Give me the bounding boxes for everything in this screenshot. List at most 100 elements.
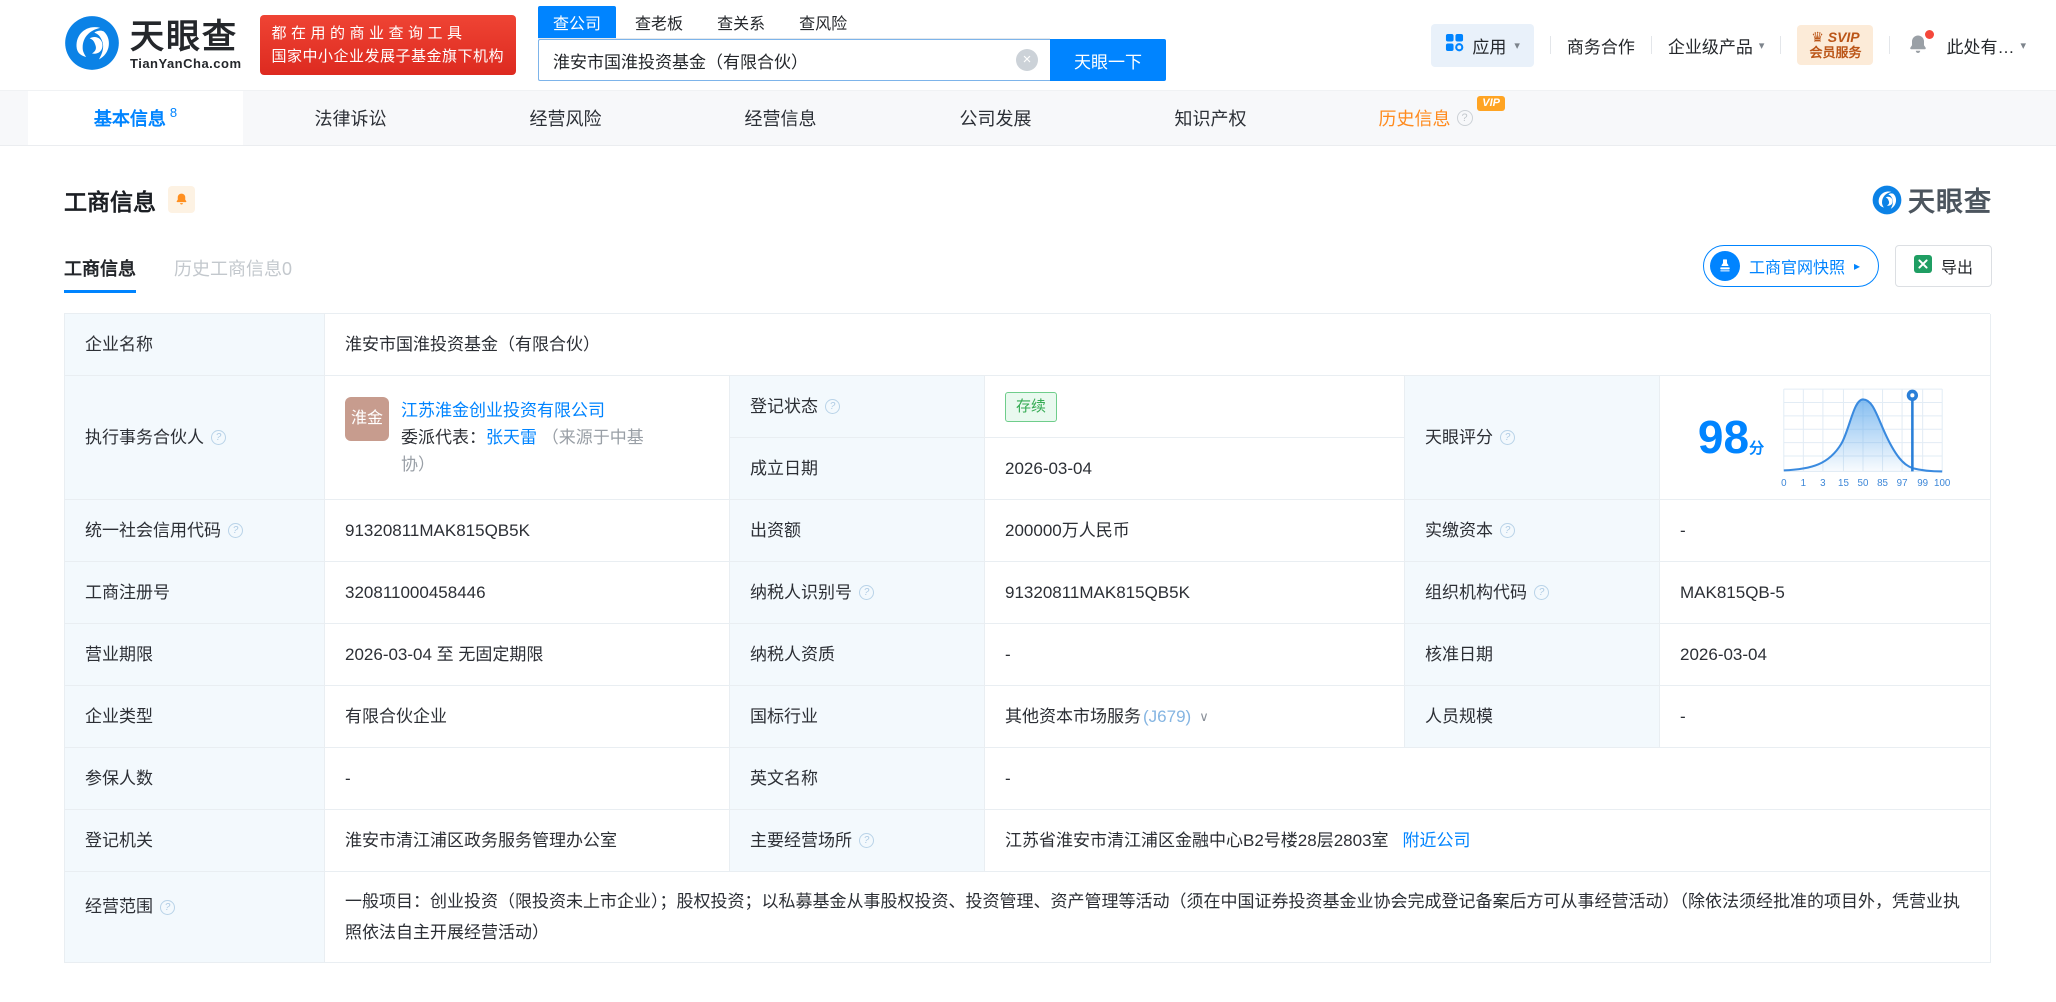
field-label-industry: 国标行业 [730, 686, 985, 748]
tab-operating-info[interactable]: 经营信息 [673, 91, 888, 145]
export-button[interactable]: 导出 [1894, 245, 1992, 287]
field-value-business-scope: 一般项目：创业投资（限投资未上市企业）；股权投资；以私募基金从事股权投资、投资管… [325, 872, 1991, 963]
search-tab-risk[interactable]: 查风险 [784, 6, 862, 38]
help-icon[interactable]: ? [1500, 430, 1515, 445]
field-label-established-date: 成立日期 [730, 438, 985, 500]
help-icon[interactable]: ? [211, 430, 226, 445]
field-value-org-code: MAK815QB-5 [1660, 562, 1991, 624]
tianyancha-swirl-icon [1872, 185, 1902, 214]
field-value-established-date: 2026-03-04 [985, 438, 1405, 500]
chevron-down-icon[interactable]: ∨ [1199, 704, 1209, 730]
snapshot-label: 工商官网快照 [1748, 260, 1845, 277]
tab-intellectual-property[interactable]: 知识产权 [1103, 91, 1318, 145]
tab-operating-risk[interactable]: 经营风险 [458, 91, 673, 145]
notifications-bell[interactable] [1906, 30, 1935, 57]
subscribe-bell-button[interactable] [168, 186, 195, 213]
search-tab-relation[interactable]: 查关系 [702, 6, 780, 38]
partner-avatar[interactable]: 淮金 [345, 397, 389, 441]
tab-legal-proceedings[interactable]: 法律诉讼 [243, 91, 458, 145]
field-label-tianyan-score: 天眼评分? [1405, 376, 1660, 500]
search-button[interactable]: 天眼一下 [1050, 39, 1167, 81]
tianyancha-logo[interactable]: 天眼查 TianYanCha.com [64, 15, 242, 76]
field-label-capital: 出资额 [730, 500, 985, 562]
svip-line1: ♛ SVIP [1811, 29, 1860, 45]
subtab-buttons: 工商官网快照 ▸ 导出 [1702, 245, 1992, 293]
delegate-name-link[interactable]: 张天雷 [486, 428, 537, 447]
svg-text:3: 3 [1820, 477, 1825, 488]
tab-label: 经营信息 [744, 109, 817, 129]
arrow-right-icon: ▸ [1853, 259, 1860, 273]
tab-basic-info[interactable]: 基本信息 8 [28, 91, 243, 145]
field-label-insured-count: 参保人数 [65, 748, 325, 810]
score-axis-ticks: 0 1 3 15 50 85 97 99 100 [1781, 477, 1951, 488]
field-value-tianyan-score: 98分 0 1 3 15 50 85 97 99 100 [1660, 376, 1991, 500]
promo-line2: 国家中小企业发展子基金旗下机构 [271, 48, 505, 65]
tab-label: 法律诉讼 [314, 109, 387, 129]
help-icon[interactable]: ? [1500, 523, 1515, 538]
field-value-tax-qualification: - [985, 624, 1405, 686]
official-snapshot-button[interactable]: 工商官网快照 ▸ [1702, 245, 1879, 287]
field-value-business-term: 2026-03-04 至 无固定期限 [325, 624, 730, 686]
user-menu[interactable]: 此处有… ▾ [1946, 33, 2026, 58]
nearby-companies-link[interactable]: 附近公司 [1403, 828, 1471, 854]
help-icon[interactable]: ? [1534, 585, 1549, 600]
clear-icon[interactable]: × [1016, 49, 1039, 71]
svip-membership-button[interactable]: ♛ SVIP 会员服务 [1797, 25, 1874, 65]
svg-text:0: 0 [1781, 477, 1787, 488]
help-icon[interactable]: ? [825, 399, 840, 414]
tab-label: 公司发展 [959, 109, 1032, 129]
tab-history-info[interactable]: VIP 历史信息 ? [1318, 91, 1533, 145]
field-label-english-name: 英文名称 [730, 748, 985, 810]
main-content: 工商信息 天眼查 工商信息 历史工商信息0 工商官网快照 ▸ 导出 企业名称 淮… [0, 180, 2056, 963]
help-icon[interactable]: ? [1456, 110, 1473, 126]
help-icon[interactable]: ? [160, 900, 175, 915]
nav-enterprise-products[interactable]: 企业级产品 ▾ [1668, 33, 1765, 58]
field-label-staff-size: 人员规模 [1405, 686, 1660, 748]
tab-label: 基本信息 [93, 109, 166, 129]
stamp-icon [1709, 251, 1740, 281]
search-area: 查公司 查老板 查关系 查风险 × 天眼一下 [538, 6, 1167, 81]
tab-count-badge: 8 [169, 104, 178, 120]
field-value-company-name: 淮安市国淮投资基金（有限合伙） [325, 314, 1991, 376]
chevron-down-icon: ▾ [2020, 39, 2026, 52]
svg-text:99: 99 [1917, 477, 1928, 488]
divider [1549, 36, 1551, 54]
user-menu-label: 此处有… [1946, 37, 2015, 57]
field-value-company-type: 有限合伙企业 [325, 686, 730, 748]
subtab-business-info[interactable]: 工商信息 [64, 255, 136, 293]
promo-badge: 都在用的商业查询工具 国家中小企业发展子基金旗下机构 [259, 15, 517, 75]
field-label-company-name: 企业名称 [65, 314, 325, 376]
partner-company-link[interactable]: 江苏淮金创业投资有限公司 [401, 401, 605, 420]
chevron-down-icon: ▾ [1514, 39, 1520, 52]
section-header: 工商信息 天眼查 [64, 180, 1992, 219]
field-label-tax-qualification: 纳税人资质 [730, 624, 985, 686]
help-icon[interactable]: ? [228, 523, 243, 538]
field-value-capital: 200000万人民币 [985, 500, 1405, 562]
search-tab-company[interactable]: 查公司 [538, 6, 617, 38]
search-input[interactable] [538, 39, 1051, 81]
field-value-paid-capital: - [1660, 500, 1991, 562]
field-value-approval-date: 2026-03-04 [1660, 624, 1991, 686]
apps-dropdown[interactable]: 应用 ▾ [1431, 23, 1534, 67]
svg-text:1: 1 [1801, 477, 1806, 488]
vip-badge: VIP [1477, 96, 1505, 111]
industry-code: (J679) [1143, 706, 1192, 726]
delegate-label: 委派代表： [401, 428, 486, 447]
score-number: 98分 [1697, 410, 1765, 463]
svg-text:15: 15 [1838, 477, 1849, 488]
help-icon[interactable]: ? [859, 585, 874, 600]
divider [1889, 36, 1891, 54]
tab-company-development[interactable]: 公司发展 [888, 91, 1103, 145]
tianyancha-swirl-icon [64, 15, 120, 76]
export-label: 导出 [1940, 260, 1973, 277]
svip-line2: 会员服务 [1809, 45, 1862, 60]
nav-business-cooperation[interactable]: 商务合作 [1567, 33, 1635, 58]
search-tabs: 查公司 查老板 查关系 查风险 [538, 6, 1051, 39]
subtab-history-business-info[interactable]: 历史工商信息0 [174, 255, 292, 293]
field-label-registry: 登记机关 [65, 810, 325, 872]
tianyancha-watermark: 天眼查 [1872, 180, 1992, 219]
svg-text:100: 100 [1934, 477, 1951, 488]
search-tab-boss[interactable]: 查老板 [620, 6, 698, 38]
help-icon[interactable]: ? [859, 833, 874, 848]
bell-icon [176, 193, 187, 205]
